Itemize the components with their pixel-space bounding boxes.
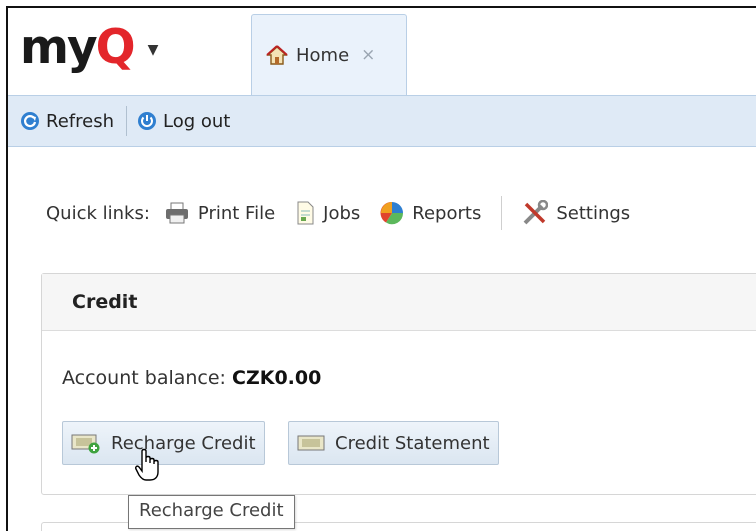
quick-link-label: Settings bbox=[556, 202, 631, 224]
quick-link-label: Jobs bbox=[323, 202, 361, 224]
logout-label: Log out bbox=[162, 110, 231, 132]
tooltip: Recharge Credit bbox=[128, 495, 295, 529]
printer-icon bbox=[164, 202, 190, 224]
header-bar: myQ ▼ Home × bbox=[8, 8, 756, 95]
myq-logo: myQ bbox=[20, 19, 136, 75]
quick-link-print-file[interactable]: Print File bbox=[164, 202, 275, 224]
recharge-credit-button[interactable]: Recharge Credit bbox=[62, 421, 265, 465]
money-add-icon bbox=[71, 432, 101, 454]
toolbar-divider bbox=[125, 106, 127, 136]
tools-icon bbox=[522, 200, 549, 226]
credit-panel-title: Credit bbox=[42, 274, 756, 331]
quick-link-jobs[interactable]: Jobs bbox=[295, 201, 360, 225]
quick-links: Quick links: Print File Jobs Reports Set… bbox=[46, 196, 650, 230]
tab-home[interactable]: Home × bbox=[251, 14, 407, 95]
pie-chart-icon bbox=[380, 201, 404, 225]
toolbar: Refresh Log out bbox=[8, 95, 756, 147]
refresh-icon bbox=[20, 111, 40, 131]
credit-statement-label: Credit Statement bbox=[335, 432, 490, 454]
quick-link-settings[interactable]: Settings bbox=[522, 200, 630, 226]
app-window: myQ ▼ Home × Refresh Log out Quick links… bbox=[6, 6, 756, 531]
tab-home-label: Home bbox=[296, 44, 350, 66]
credit-statement-button[interactable]: Credit Statement bbox=[288, 421, 499, 465]
caret-down-icon[interactable]: ▼ bbox=[148, 42, 159, 58]
quick-link-label: Reports bbox=[412, 202, 482, 224]
app-logo-menu[interactable]: myQ ▼ bbox=[20, 22, 158, 72]
home-icon bbox=[266, 45, 288, 65]
quick-links-label: Quick links: bbox=[46, 202, 150, 224]
quick-links-divider bbox=[501, 196, 503, 230]
power-icon bbox=[137, 111, 157, 131]
document-icon bbox=[295, 201, 315, 225]
refresh-button[interactable]: Refresh bbox=[20, 111, 114, 132]
refresh-label: Refresh bbox=[46, 110, 114, 132]
account-balance-value: CZK0.00 bbox=[232, 367, 322, 389]
logout-button[interactable]: Log out bbox=[137, 111, 230, 132]
hand-pointer-icon bbox=[134, 448, 162, 482]
quick-link-reports[interactable]: Reports bbox=[380, 201, 481, 225]
account-balance-label: Account balance: bbox=[62, 367, 226, 389]
money-icon bbox=[297, 433, 325, 453]
recharge-credit-label: Recharge Credit bbox=[111, 432, 256, 454]
close-icon[interactable]: × bbox=[361, 45, 375, 65]
account-balance: Account balance: CZK0.00 bbox=[62, 367, 321, 389]
quick-link-label: Print File bbox=[197, 202, 276, 224]
